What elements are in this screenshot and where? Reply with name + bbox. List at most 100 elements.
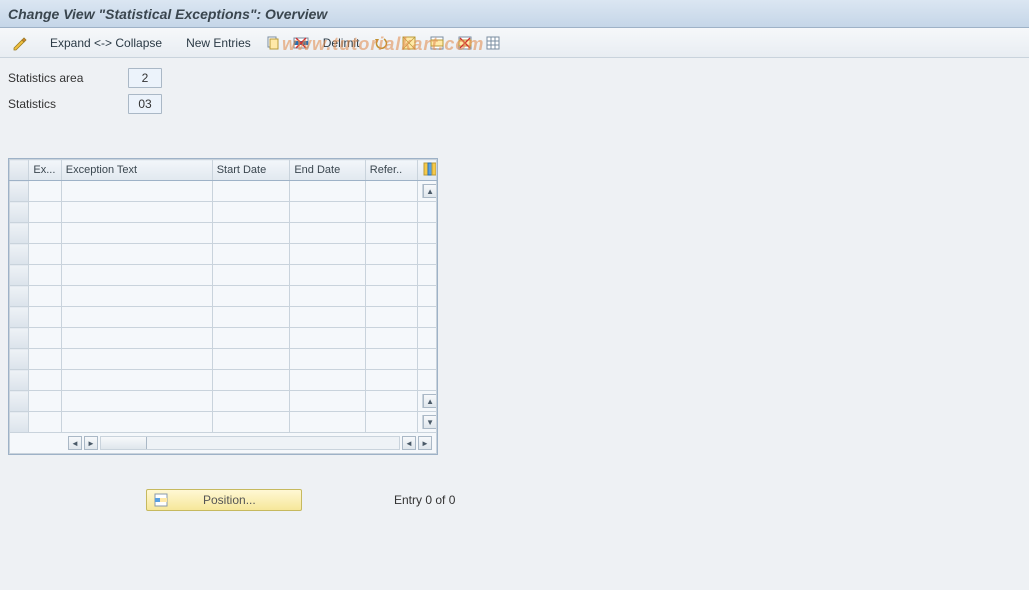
toggle-display-change-button[interactable]: [8, 32, 32, 54]
cell-end-date[interactable]: [290, 391, 365, 412]
row-selector[interactable]: [10, 307, 29, 328]
cell-exception[interactable]: [29, 328, 61, 349]
column-end-date[interactable]: End Date: [290, 160, 365, 181]
cell-reference[interactable]: [365, 391, 417, 412]
cell-exception-text[interactable]: [61, 265, 212, 286]
row-selector[interactable]: [10, 412, 29, 433]
cell-exception-text[interactable]: [61, 202, 212, 223]
cell-reference[interactable]: [365, 328, 417, 349]
row-selector[interactable]: [10, 328, 29, 349]
cell-end-date[interactable]: [290, 328, 365, 349]
select-all-button[interactable]: [397, 32, 421, 54]
cell-start-date[interactable]: [212, 265, 290, 286]
cell-start-date[interactable]: [212, 307, 290, 328]
cell-exception-text[interactable]: [61, 349, 212, 370]
copy-as-button[interactable]: [261, 32, 285, 54]
cell-exception[interactable]: [29, 244, 61, 265]
deselect-all-button[interactable]: [453, 32, 477, 54]
cell-exception[interactable]: [29, 202, 61, 223]
expand-collapse-button[interactable]: Expand <-> Collapse: [44, 32, 168, 54]
cell-exception[interactable]: [29, 391, 61, 412]
cell-exception[interactable]: [29, 307, 61, 328]
cell-start-date[interactable]: [212, 412, 290, 433]
cell-exception-text[interactable]: [61, 181, 212, 202]
cell-reference[interactable]: [365, 349, 417, 370]
table-row[interactable]: [10, 286, 437, 307]
row-selector[interactable]: [10, 223, 29, 244]
cell-exception[interactable]: [29, 349, 61, 370]
table-row[interactable]: [10, 202, 437, 223]
cell-end-date[interactable]: [290, 181, 365, 202]
table-row[interactable]: [10, 328, 437, 349]
cell-start-date[interactable]: [212, 244, 290, 265]
undo-change-button[interactable]: [369, 32, 393, 54]
new-entries-button[interactable]: New Entries: [180, 32, 257, 54]
cell-exception[interactable]: [29, 286, 61, 307]
cell-reference[interactable]: [365, 181, 417, 202]
cell-start-date[interactable]: [212, 391, 290, 412]
cell-end-date[interactable]: [290, 202, 365, 223]
statistics-area-value[interactable]: 2: [128, 68, 162, 88]
cell-reference[interactable]: [365, 412, 417, 433]
scroll-right-arrow-icon[interactable]: ►: [418, 436, 432, 450]
scroll-up-end-icon[interactable]: ▲: [423, 394, 436, 408]
cell-reference[interactable]: [365, 223, 417, 244]
table-row[interactable]: [10, 307, 437, 328]
horizontal-scrollbar[interactable]: ◄ ► ◄ ►: [14, 435, 432, 451]
cell-end-date[interactable]: [290, 223, 365, 244]
scroll-down-arrow-icon[interactable]: ▼: [423, 415, 436, 429]
cell-exception[interactable]: [29, 412, 61, 433]
scroll-up-arrow-icon[interactable]: ▲: [423, 184, 436, 198]
select-block-button[interactable]: [425, 32, 449, 54]
row-selector[interactable]: [10, 391, 29, 412]
cell-start-date[interactable]: [212, 349, 290, 370]
column-start-date[interactable]: Start Date: [212, 160, 290, 181]
cell-reference[interactable]: [365, 202, 417, 223]
cell-reference[interactable]: [365, 307, 417, 328]
cell-reference[interactable]: [365, 286, 417, 307]
exceptions-table[interactable]: Ex... Exception Text Start Date End Date…: [9, 159, 437, 454]
cell-exception-text[interactable]: [61, 286, 212, 307]
cell-exception[interactable]: [29, 265, 61, 286]
cell-reference[interactable]: [365, 244, 417, 265]
statistics-value[interactable]: 03: [128, 94, 162, 114]
cell-start-date[interactable]: [212, 202, 290, 223]
row-selector[interactable]: [10, 202, 29, 223]
cell-end-date[interactable]: [290, 370, 365, 391]
delimit-button[interactable]: Delimit: [317, 32, 366, 54]
cell-end-date[interactable]: [290, 412, 365, 433]
column-exception-text[interactable]: Exception Text: [61, 160, 212, 181]
table-row[interactable]: ▼: [10, 412, 437, 433]
cell-start-date[interactable]: [212, 181, 290, 202]
table-config-button[interactable]: [417, 160, 436, 181]
cell-reference[interactable]: [365, 370, 417, 391]
cell-exception-text[interactable]: [61, 412, 212, 433]
cell-exception[interactable]: [29, 181, 61, 202]
row-selector[interactable]: [10, 349, 29, 370]
cell-end-date[interactable]: [290, 307, 365, 328]
cell-exception-text[interactable]: [61, 328, 212, 349]
row-selector[interactable]: [10, 265, 29, 286]
table-row[interactable]: ▲: [10, 391, 437, 412]
table-row[interactable]: ▲: [10, 181, 437, 202]
row-selector[interactable]: [10, 244, 29, 265]
table-row[interactable]: [10, 370, 437, 391]
scroll-left-arrow-icon[interactable]: ◄: [68, 436, 82, 450]
cell-exception-text[interactable]: [61, 391, 212, 412]
scrollbar-track[interactable]: [100, 436, 400, 450]
cell-exception-text[interactable]: [61, 223, 212, 244]
print-button[interactable]: [481, 32, 505, 54]
cell-start-date[interactable]: [212, 328, 290, 349]
cell-end-date[interactable]: [290, 286, 365, 307]
cell-end-date[interactable]: [290, 349, 365, 370]
cell-exception-text[interactable]: [61, 370, 212, 391]
cell-start-date[interactable]: [212, 370, 290, 391]
column-reference[interactable]: Refer..: [365, 160, 417, 181]
row-selector[interactable]: [10, 286, 29, 307]
scrollbar-thumb[interactable]: [101, 437, 147, 449]
column-exception[interactable]: Ex...: [29, 160, 61, 181]
cell-start-date[interactable]: [212, 286, 290, 307]
table-row[interactable]: [10, 349, 437, 370]
scroll-left-end-icon[interactable]: ◄: [402, 436, 416, 450]
cell-exception[interactable]: [29, 370, 61, 391]
